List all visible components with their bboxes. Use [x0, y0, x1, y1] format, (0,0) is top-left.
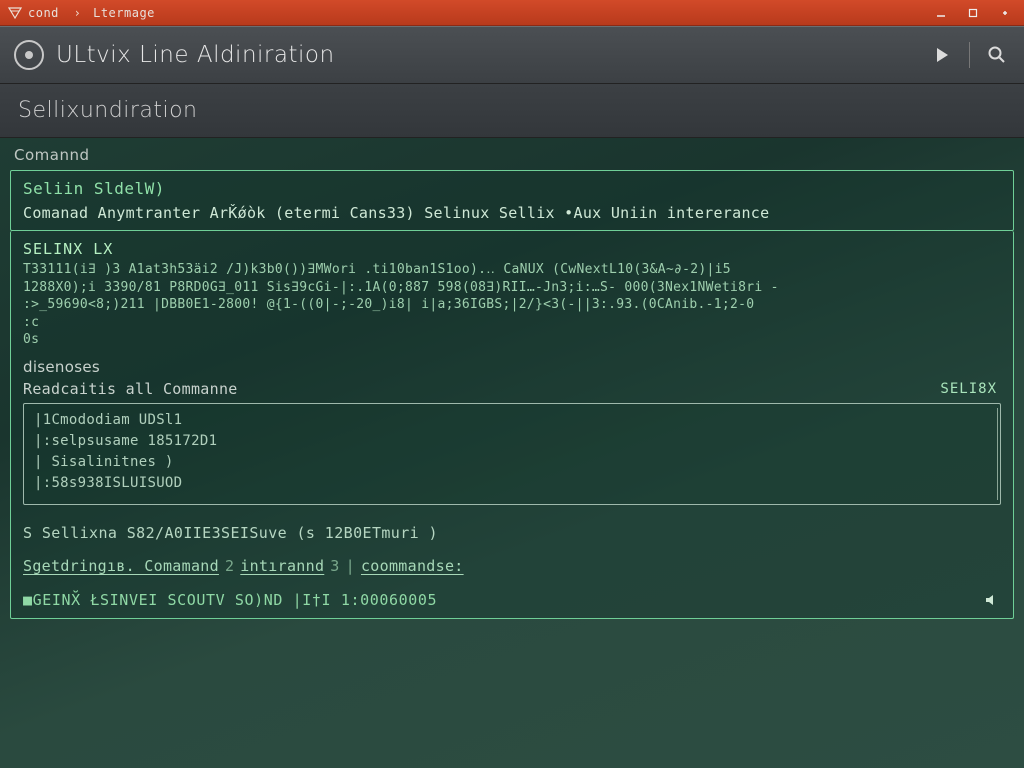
status-bar: ■GEINX̆ ŁSINVEI SCOUTV SO)ND |I†I 1:0006…	[23, 590, 1001, 610]
section-row: Readcaitis all Commanne SELI8X	[23, 379, 1001, 399]
output-panel: SELINX LX T33111(i∃ )3 A1at3h53äi2 /J)k3…	[10, 231, 1014, 619]
link-row: Sgetdringıв. Comamand 2 intırannd 3 | co…	[23, 556, 1001, 576]
app-logo-icon	[14, 40, 44, 70]
minimize-button[interactable]	[930, 4, 952, 22]
scrollbar[interactable]	[997, 408, 998, 500]
app-menu-icon[interactable]	[8, 6, 22, 20]
link-sep: 3	[330, 556, 339, 576]
app-header: ULtvix Line Aldiniration	[0, 26, 1024, 84]
title-separator-icon: ›	[74, 6, 82, 20]
section-label-diagnoses: disenoses	[23, 357, 1001, 377]
list-item[interactable]: |:58s938ISLUISUOD	[34, 473, 990, 494]
status-text: ■GEINX̆ ŁSINVEI SCOUTV SO)ND |I†I 1:0006…	[23, 590, 437, 610]
section-label-readcall: Readcaitis all Commanne	[23, 379, 238, 399]
page-subtitle: Sellixundiration	[0, 84, 1024, 138]
toolbar-divider	[969, 42, 970, 68]
section-tag: SELI8X	[940, 380, 997, 399]
link-item[interactable]: intırannd	[240, 556, 324, 576]
command-list-panel[interactable]: |1Cmododiam UDSl1 |:selpsusame 185172D1 …	[23, 403, 1001, 505]
command-description-line: Comanad Anymtranter ArǨǿòk (etermi Cans3…	[23, 204, 1001, 222]
title-part-1: cond	[28, 6, 59, 20]
maximize-button[interactable]	[962, 4, 984, 22]
app-window: cond › Ltermage ULtvix Line Aldiniration	[0, 0, 1024, 768]
link-sep: 2	[225, 556, 234, 576]
link-item[interactable]: coommandse:	[361, 556, 464, 576]
link-sep: |	[346, 556, 355, 576]
app-title: ULtvix Line Aldiniration	[56, 42, 335, 68]
output-line: :>_59690<8;)211 |DBB0E1-2800! @{1-((0|-;…	[23, 296, 1001, 314]
command-label: Comannd	[14, 146, 1014, 164]
close-button[interactable]	[994, 4, 1016, 22]
list-item[interactable]: |1Cmododiam UDSl1	[34, 410, 990, 431]
footer-status-line: S Sellixna S82/A0IIE3SEISuve (s 12B0ETmu…	[23, 523, 1001, 543]
window-controls	[930, 4, 1016, 22]
terminal-area: Comannd Seliin SldelW) Comanad Anymtrant…	[0, 138, 1024, 768]
output-line: T33111(i∃ )3 A1at3h53äi2 /J)k3b0())∃MWor…	[23, 261, 1001, 279]
titlebar[interactable]: cond › Ltermage	[0, 0, 1024, 26]
speaker-icon[interactable]	[985, 593, 1001, 607]
search-button[interactable]	[984, 42, 1010, 68]
list-item[interactable]: | Sisalinitnes )	[34, 452, 990, 473]
header-toolbar	[929, 42, 1010, 68]
window-title: cond › Ltermage	[28, 6, 930, 20]
link-item[interactable]: Sgetdringıв. Comamand	[23, 556, 219, 576]
play-button[interactable]	[929, 42, 955, 68]
output-zeros: 0s	[23, 331, 1001, 349]
command-title-line: Seliin SldelW)	[23, 179, 1001, 198]
output-header: SELINX LX	[23, 239, 1001, 259]
output-line: 1288X0);i 3390/81 P8RD0G∃_011 Sis∃9cGi-|…	[23, 279, 1001, 297]
command-panel: Seliin SldelW) Comanad Anymtranter ArǨǿò…	[10, 170, 1014, 231]
output-prompt: :c	[23, 314, 1001, 332]
list-item[interactable]: |:selpsusame 185172D1	[34, 431, 990, 452]
title-part-2: Ltermage	[93, 6, 155, 20]
